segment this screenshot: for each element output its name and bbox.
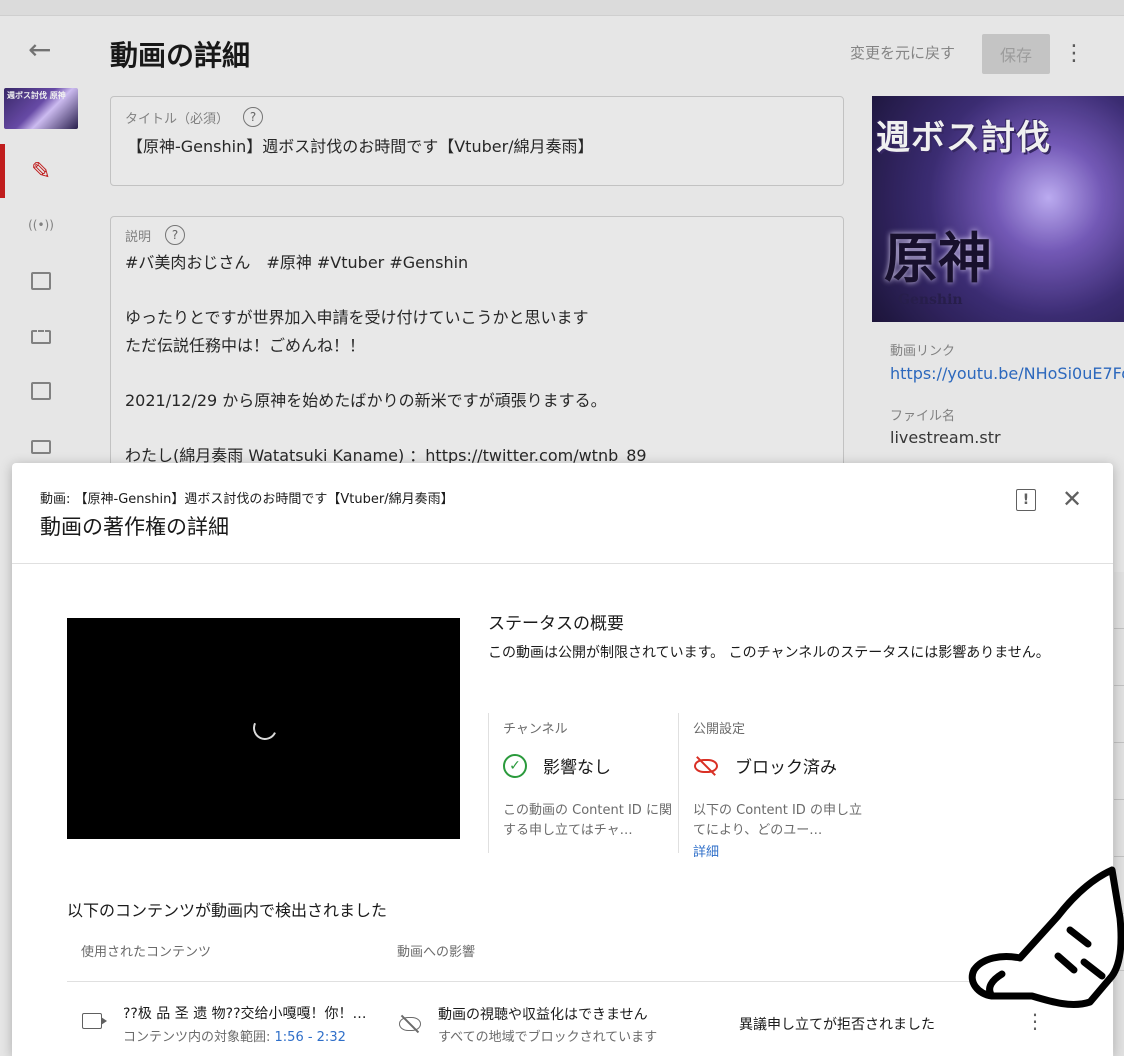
spinner-icon (249, 712, 281, 744)
impact-subtext: すべての地域でブロックされています (438, 1030, 658, 1045)
close-icon[interactable]: ✕ (1060, 485, 1084, 513)
channel-status-card: チャンネル ✓ 影響なし この動画の Content ID に関する申し立てはチ… (488, 713, 678, 853)
feedback-icon[interactable]: ! (1016, 489, 1036, 511)
camera-icon (82, 1013, 102, 1029)
channel-label: チャンネル (503, 722, 568, 737)
dialog-divider (12, 563, 1113, 564)
eye-slash-icon (399, 1014, 423, 1034)
channel-status-value: 影響なし (543, 758, 611, 778)
status-summary-text: この動画は公開が制限されています。 このチャンネルのステータスには影響ありません… (488, 645, 1050, 661)
range-link[interactable]: 1:56 - 2:32 (275, 1030, 346, 1045)
copyright-details-dialog: 動画: 【原神-Genshin】週ボス討伐のお時間です【Vtuber/綿月奏雨】… (12, 463, 1113, 1056)
dialog-subtitle: 動画: 【原神-Genshin】週ボス討伐のお時間です【Vtuber/綿月奏雨】 (40, 492, 454, 507)
pointing-hand-icon (968, 866, 1124, 1008)
visibility-label: 公開設定 (693, 722, 746, 737)
range-label: コンテンツ内の対象範囲: (123, 1030, 275, 1045)
table-divider (67, 981, 1113, 982)
dialog-title: 動画の著作権の詳細 (40, 515, 229, 539)
claimed-content-range: コンテンツ内の対象範囲: 1:56 - 2:32 (123, 1026, 346, 1045)
visibility-status-text: 以下の Content ID の申し立てにより、どのユー… (693, 803, 862, 838)
status-summary-heading: ステータスの概要 (488, 614, 624, 634)
video-player[interactable] (67, 618, 460, 839)
claimed-content-title: ??极 品 圣 遗 物??交给小嘎嘎！你！… (123, 1006, 367, 1022)
column-header-impact: 動画への影響 (397, 945, 476, 960)
visibility-status-value: ブロック済み (735, 758, 837, 778)
impact-text: 動画の視聴や収益化はできません (438, 1007, 648, 1023)
blocked-eye-icon (693, 754, 719, 778)
column-header-content: 使用されたコンテンツ (81, 945, 212, 960)
dispute-status: 異議申し立てが拒否されました (739, 1017, 935, 1033)
details-link[interactable]: 詳細 (693, 841, 719, 860)
channel-status-text: この動画の Content ID に関する申し立てはチャ… (503, 803, 672, 838)
detected-content-heading: 以下のコンテンツが動画内で検出されました (67, 901, 388, 920)
check-circle-icon: ✓ (503, 753, 527, 778)
visibility-status-card: 公開設定 ブロック済み 以下の Content ID の申し立てにより、どのユー… (678, 713, 868, 860)
